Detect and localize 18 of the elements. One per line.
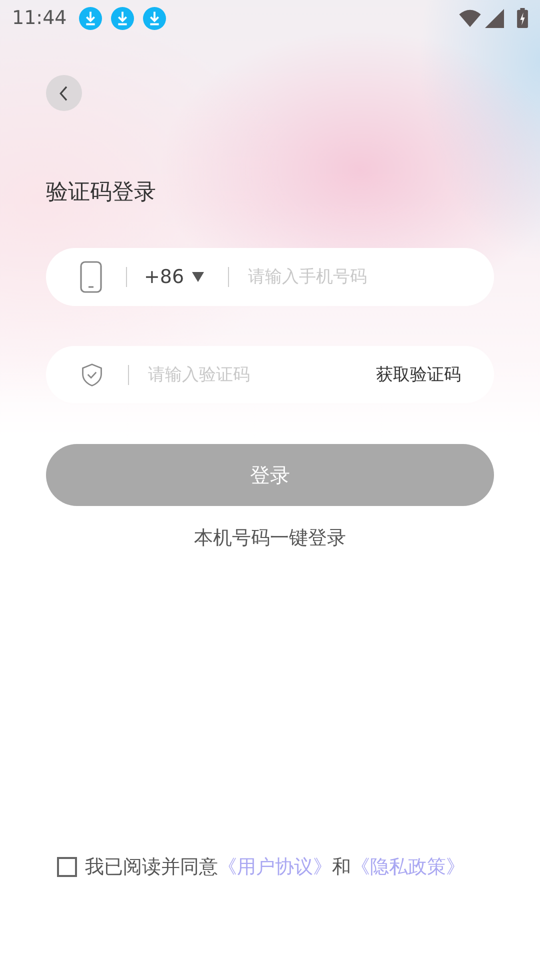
battery-charging-icon xyxy=(517,8,528,28)
chevron-left-icon xyxy=(59,84,69,102)
download-icon xyxy=(78,6,102,30)
page-title: 验证码登录 xyxy=(46,179,157,207)
download-icon xyxy=(110,6,134,30)
back-button[interactable] xyxy=(46,75,82,111)
status-time: 11:44 xyxy=(12,7,67,29)
agreement-checkbox[interactable] xyxy=(57,857,77,877)
shield-check-icon xyxy=(80,362,104,386)
download-icon xyxy=(142,6,166,30)
signal-icon xyxy=(485,8,504,28)
caret-icon xyxy=(192,272,204,282)
agreement-text: 我已阅读并同意《用户协议》和《隐私政策》 xyxy=(85,855,465,880)
one-click-login-link[interactable]: 本机号码一键登录 xyxy=(194,525,346,551)
wifi-icon xyxy=(459,9,481,27)
get-code-button[interactable]: 获取验证码 xyxy=(376,363,461,386)
country-code-selector[interactable]: +86 xyxy=(144,266,204,288)
phone-icon xyxy=(80,261,102,293)
